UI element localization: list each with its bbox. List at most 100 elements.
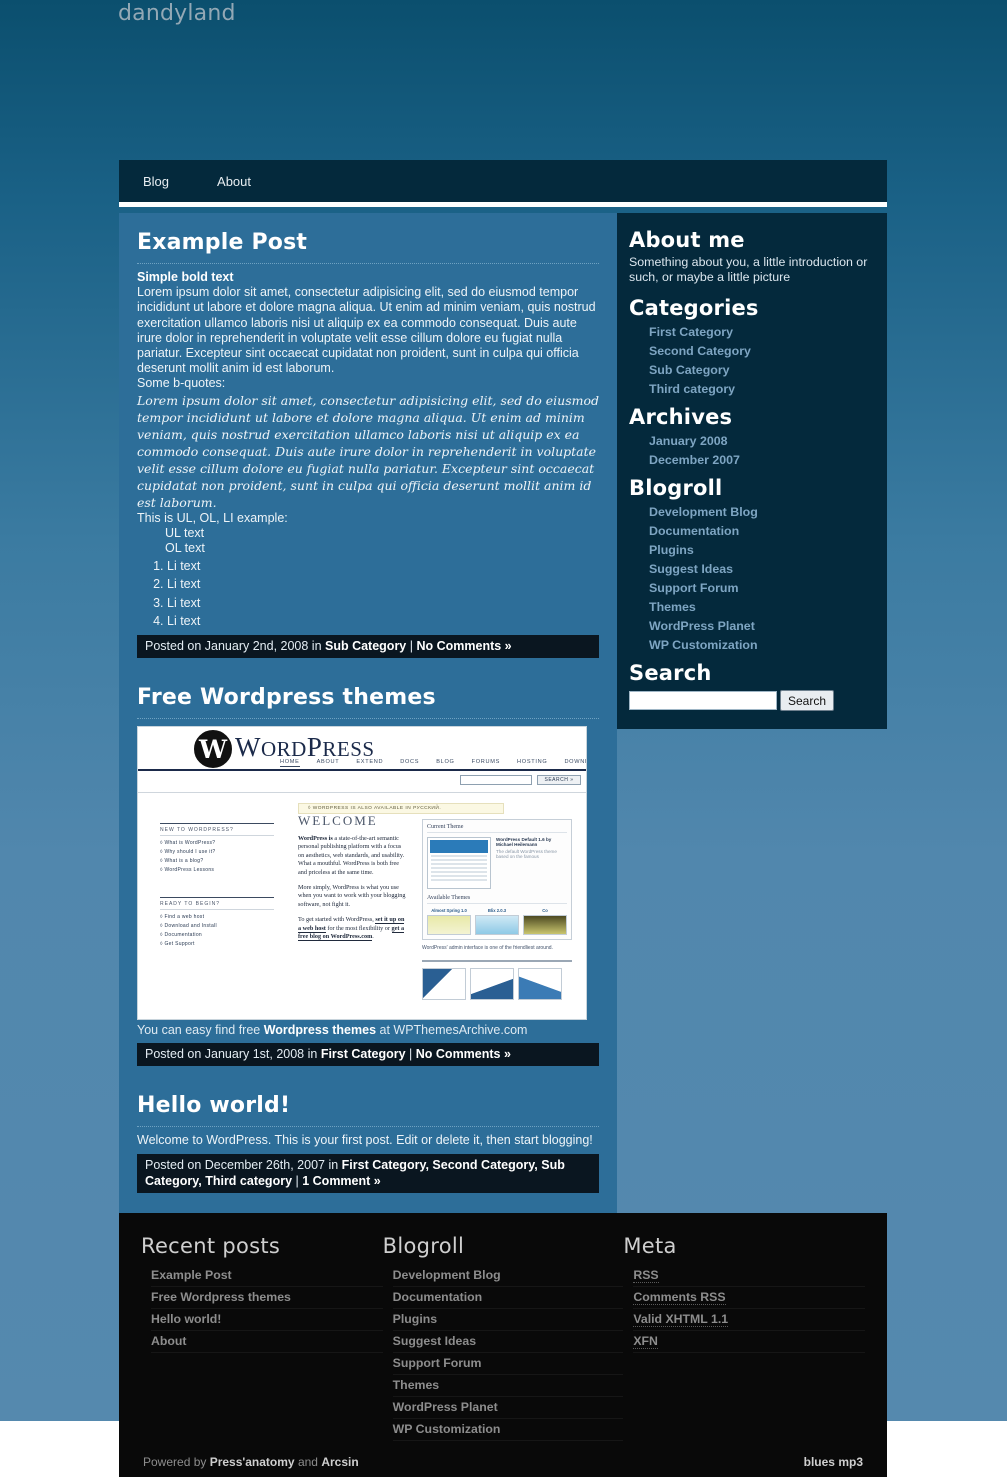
footer-heading-blogroll: Blogroll xyxy=(382,1234,465,1259)
wp-available-theme[interactable]: Co xyxy=(523,908,567,936)
wp-nav-hosting[interactable]: HOSTING xyxy=(517,759,547,767)
wp-middle-column: WELCOME WordPress is a state-of-the-art … xyxy=(298,813,406,948)
wp-card[interactable] xyxy=(422,968,466,1001)
footer-meta-list: RSS Comments RSS Valid XHTML 1.1 XFN xyxy=(623,1265,866,1354)
wp-left-item[interactable]: ◊ Download and Install xyxy=(160,923,274,929)
footer-item-development-blog[interactable]: Development Blog xyxy=(393,1268,501,1282)
footer-item-documentation[interactable]: Documentation xyxy=(393,1290,483,1304)
wp-nav-download[interactable]: DOWNLOAD xyxy=(564,759,586,767)
credits-link-pressanatomy[interactable]: Press'anatomy xyxy=(210,1455,295,1469)
wp-search-input[interactable] xyxy=(460,775,532,786)
post-meta-category-link[interactable]: First Category xyxy=(321,1047,406,1061)
search-input[interactable] xyxy=(629,691,777,710)
footer-item-suggest-ideas[interactable]: Suggest Ideas xyxy=(393,1334,476,1348)
post-title[interactable]: Free Wordpress themes xyxy=(137,684,599,720)
wp-paragraph-1: WordPress is a state-of-the-art semantic… xyxy=(298,835,406,877)
wp-left-item[interactable]: ◊ Why should I use it? xyxy=(160,849,274,855)
post-title[interactable]: Example Post xyxy=(137,229,599,264)
footer-item-valid-xhtml[interactable]: Valid XHTML 1.1 xyxy=(633,1312,729,1328)
list-item: Li text xyxy=(167,559,599,574)
sidebar-item-themes[interactable]: Themes xyxy=(649,600,696,614)
list-item: About xyxy=(151,1331,383,1354)
sidebar-item-development-blog[interactable]: Development Blog xyxy=(649,505,758,519)
wp-left-item[interactable]: ◊ What is a blog? xyxy=(160,858,274,864)
list-item: Suggest Ideas xyxy=(392,1331,624,1354)
wp-right-column: Current Theme WordPress Default 1.6 by M… xyxy=(422,819,572,1001)
wp-panel-heading-current: Current Theme xyxy=(427,824,567,834)
wp-left-item[interactable]: ◊ What is WordPress? xyxy=(160,840,274,846)
post-title[interactable]: Hello world! xyxy=(137,1092,599,1128)
wp-available-theme[interactable]: Almost Spring 1.0 xyxy=(427,908,471,936)
credits-link-arcsin[interactable]: Arcsin xyxy=(321,1455,358,1469)
list-item: Free Wordpress themes xyxy=(151,1287,383,1310)
sidebar-item-first-category[interactable]: First Category xyxy=(649,325,733,339)
footer-item-example-post[interactable]: Example Post xyxy=(151,1268,232,1282)
nav-item-blog[interactable]: Blog xyxy=(137,170,175,193)
wp-nav-docs[interactable]: DOCS xyxy=(400,759,419,767)
post-meta-separator: | xyxy=(406,639,417,654)
wp-nav-forums[interactable]: FORUMS xyxy=(472,759,500,767)
footer-blogroll-list: Development Blog Documentation Plugins S… xyxy=(383,1265,624,1442)
wp-nav-extend[interactable]: EXTEND xyxy=(356,759,383,767)
sidebar-item-suggest-ideas[interactable]: Suggest Ideas xyxy=(649,562,733,576)
wp-available-theme[interactable]: Blix 2.0.3 xyxy=(475,908,519,936)
footer-item-xfn[interactable]: XFN xyxy=(633,1334,658,1350)
post-meta-comments-link[interactable]: No Comments » xyxy=(416,1047,511,1061)
sidebar-item-second-category[interactable]: Second Category xyxy=(649,344,751,358)
post-meta-comments-link[interactable]: No Comments » xyxy=(416,639,511,653)
sidebar-item-support-forum[interactable]: Support Forum xyxy=(649,581,738,595)
sidebar-item-sub-category[interactable]: Sub Category xyxy=(649,363,730,377)
footer-right-link[interactable]: blues mp3 xyxy=(804,1455,863,1469)
footer-item-wordpress-planet[interactable]: WordPress Planet xyxy=(393,1400,498,1414)
post-hello-world: Hello world! Welcome to WordPress. This … xyxy=(137,1092,599,1194)
wp-search-row: SEARCH » xyxy=(138,771,586,794)
wp-left-item[interactable]: ◊ WordPress Lessons xyxy=(160,867,274,873)
post-body: Simple bold text Lorem ipsum dolor sit a… xyxy=(137,270,599,629)
list-item: Documentation xyxy=(392,1287,624,1310)
footer-item-wp-customization[interactable]: WP Customization xyxy=(393,1422,501,1436)
site-header: dandyland xyxy=(0,0,1007,160)
sidebar: About me Something about you, a little i… xyxy=(617,213,887,729)
wp-theme-panel: Current Theme WordPress Default 1.6 by M… xyxy=(422,819,572,941)
wp-card[interactable] xyxy=(470,968,514,1001)
nav-item-about[interactable]: About xyxy=(211,170,257,193)
post-list-intro: This is UL, OL, LI example: xyxy=(137,510,288,525)
wp-nav: HOME ABOUT EXTEND DOCS BLOG FORUMS HOSTI… xyxy=(280,759,586,768)
wp-nav-about[interactable]: ABOUT xyxy=(317,759,340,767)
wp-left-item[interactable]: ◊ Documentation xyxy=(160,932,274,938)
wp-nav-blog[interactable]: BLOG xyxy=(436,759,454,767)
list-item: Themes xyxy=(649,598,875,616)
wp-left-item[interactable]: ◊ Get Support xyxy=(160,941,274,947)
footer-item-themes[interactable]: Themes xyxy=(393,1378,439,1392)
list-item: Development Blog xyxy=(392,1265,624,1288)
footer-item-about[interactable]: About xyxy=(151,1334,187,1348)
sidebar-item-documentation[interactable]: Documentation xyxy=(649,524,739,538)
post-meta-category-link[interactable]: Sub Category xyxy=(325,639,406,653)
wp-left-column: NEW TO WORDPRESS? ◊ What is WordPress? ◊… xyxy=(160,823,274,950)
list-item: XFN xyxy=(633,1331,866,1354)
footer-item-free-wordpress-themes[interactable]: Free Wordpress themes xyxy=(151,1290,291,1304)
sidebar-item-wp-customization[interactable]: WP Customization xyxy=(649,638,758,652)
main-navigation: Blog About xyxy=(119,160,887,202)
footer-item-comments-rss[interactable]: Comments RSS xyxy=(633,1290,726,1306)
post-meta-comments-link[interactable]: 1 Comment » xyxy=(302,1174,381,1188)
sidebar-item-plugins[interactable]: Plugins xyxy=(649,543,694,557)
footer-heading-recent-posts: Recent posts xyxy=(141,1234,281,1259)
wp-card-row xyxy=(422,968,572,1001)
sidebar-item-wordpress-planet[interactable]: WordPress Planet xyxy=(649,619,755,633)
search-button[interactable]: Search xyxy=(780,690,835,711)
wp-nav-home[interactable]: HOME xyxy=(280,759,300,768)
wp-left-item[interactable]: ◊ Find a web host xyxy=(160,914,274,920)
sidebar-item-january-2008[interactable]: January 2008 xyxy=(649,434,728,448)
wp-search-button[interactable]: SEARCH » xyxy=(537,775,581,786)
caption-pre: You can easy find free xyxy=(137,1023,264,1038)
footer-item-hello-world[interactable]: Hello world! xyxy=(151,1312,221,1326)
main-content: Example Post Simple bold text Lorem ipsu… xyxy=(119,213,617,1214)
wp-card[interactable] xyxy=(518,968,562,1001)
caption-link[interactable]: Wordpress themes xyxy=(264,1023,376,1037)
footer-item-plugins[interactable]: Plugins xyxy=(393,1312,437,1326)
sidebar-item-december-2007[interactable]: December 2007 xyxy=(649,453,740,467)
footer-item-support-forum[interactable]: Support Forum xyxy=(393,1356,482,1370)
sidebar-item-third-category[interactable]: Third category xyxy=(649,382,735,396)
footer-item-rss[interactable]: RSS xyxy=(633,1268,659,1284)
